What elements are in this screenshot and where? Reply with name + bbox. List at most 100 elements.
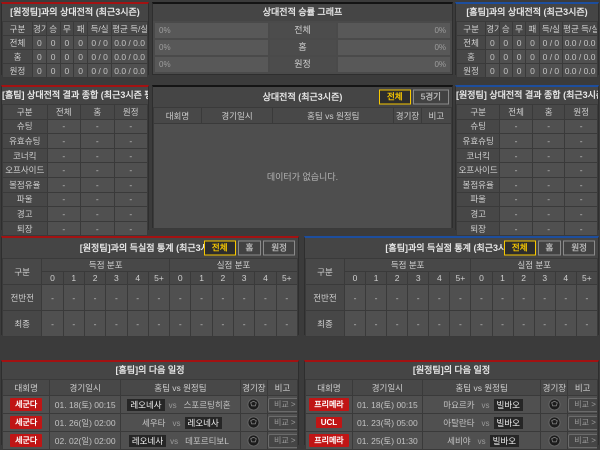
cell: - (564, 176, 598, 193)
table-row: 전체 0 0 0 0 0 / 0 0.0 / 0.0 (455, 35, 598, 50)
bin-header: 1 (62, 271, 85, 285)
cell: - (365, 284, 388, 311)
cell: - (147, 284, 171, 311)
bin-header: 1 (365, 271, 388, 285)
cell: - (343, 284, 367, 311)
away-team[interactable]: 데포르티보L (182, 435, 232, 447)
bin-header: 4 (126, 271, 149, 285)
column-header: 전체 (46, 104, 81, 120)
cell: 0 (73, 35, 89, 50)
cell: 0 / 0 (87, 63, 113, 78)
cell: - (80, 133, 115, 149)
compare-button[interactable]: 비교 > (568, 433, 597, 448)
cell: - (113, 133, 148, 149)
home-team[interactable]: 세우타 (139, 417, 168, 429)
cell: - (564, 206, 598, 222)
cell: - (343, 310, 367, 337)
away-team[interactable]: 빌바오 (493, 416, 523, 429)
cell: - (190, 284, 213, 311)
column-header: 승 (498, 21, 513, 36)
cell: - (46, 133, 81, 149)
panel-title: [홈팀]과의 상대전적 (최근3시즌) (456, 4, 598, 21)
home-team[interactable]: 마요르카 (440, 399, 477, 411)
compare-button[interactable]: 비교 > (268, 415, 297, 430)
home-team[interactable]: 레오네사 (128, 434, 167, 447)
cell: - (554, 310, 577, 337)
filter-button[interactable]: 원정 (263, 240, 295, 256)
stadium-ball-icon[interactable] (247, 416, 260, 429)
panel-title: [원정팀] 상대전적 결과 종합 (최근3시즌 평균) (456, 87, 598, 104)
league-badge: 프리메라 (309, 434, 349, 447)
stadium-ball-icon[interactable] (247, 434, 260, 447)
compare-cell: 비교 > (266, 395, 299, 414)
bin-header: 3 (105, 271, 128, 285)
cell: 0.0 / 0.0 (111, 63, 148, 78)
column-header: 구분 (2, 104, 48, 120)
bin-header: 2 (386, 271, 409, 285)
cell: - (533, 310, 556, 337)
filter-button[interactable]: 전체 (203, 240, 236, 256)
vs-label: vs (481, 418, 490, 428)
row-label: 오프사이드 (2, 162, 48, 178)
filter-button[interactable]: 홈 (537, 240, 562, 256)
stadium-ball-icon[interactable] (247, 398, 260, 411)
cell: - (575, 310, 599, 337)
cell: - (499, 220, 533, 237)
cell: - (105, 310, 128, 337)
bin-header: 1 (190, 271, 213, 285)
column-header: 구분 (1, 258, 43, 285)
cell: - (41, 284, 64, 311)
away-team[interactable]: 빌바오 (489, 434, 520, 447)
stadium-ball-icon[interactable] (548, 398, 561, 411)
cell: - (233, 284, 256, 311)
league-badge: 세군다 (10, 416, 43, 429)
cell: - (62, 310, 85, 337)
filter-button[interactable]: 원정 (563, 240, 595, 256)
table-row: 원정 0 0 0 0 0 / 0 0.0 / 0.0 (2, 63, 148, 78)
row-label: 전체 (2, 35, 33, 50)
summary-home-table: 구분 전체 홈 원정 슈팅 - - - 유효슈팅 - - - 코너킥 - - - 오프… (2, 104, 148, 237)
row-label: 경고 (2, 206, 48, 222)
home-team[interactable]: 레오네사 (127, 398, 165, 411)
compare-button[interactable]: 비교 > (268, 433, 297, 448)
cell: - (113, 191, 148, 208)
panel-h2h-vs-home: [홈팀]과의 상대전적 (최근3시즌) 구분경기승무패득/실평균 득/실 전체 … (455, 2, 599, 78)
cell: - (531, 206, 566, 222)
panel-summary-away: [원정팀] 상대전적 결과 종합 (최근3시즌 평균) 구분전체홈원정 슈팅 -… (455, 85, 599, 237)
table-row: 전반전 -- -- -- -- -- -- (305, 284, 599, 311)
compare-button[interactable]: 비교 > (568, 415, 597, 430)
column-header: 비고 (420, 107, 453, 124)
home-team[interactable]: 세비야 (444, 435, 473, 447)
table-row: 퇴장 - - - (455, 220, 598, 237)
away-team[interactable]: 빌바오 (493, 398, 523, 411)
stadium-ball-icon[interactable] (548, 416, 561, 429)
filter-button[interactable]: 5경기 (412, 89, 449, 105)
filter-button[interactable]: 홈 (237, 240, 262, 256)
filter-button[interactable]: 전체 (503, 240, 536, 256)
column-header: 경기일시 (351, 379, 423, 396)
cell: - (449, 284, 472, 311)
goals-away-table: 구분 득점 분포 실점 분포 0 1 2 3 4 5+ 0 1 2 3 4 5+ 전반전 -- -- … (305, 258, 599, 337)
stadium-ball-icon[interactable] (548, 434, 561, 447)
cell: 0 (59, 63, 75, 78)
filter-button[interactable]: 전체 (378, 89, 411, 105)
table-row: 슈팅 - - - (455, 118, 598, 135)
bin-header: 3 (533, 271, 556, 285)
cell: 0 (59, 35, 75, 50)
compare-button[interactable]: 비교 > (568, 397, 597, 412)
compare-button[interactable]: 비교 > (268, 397, 297, 412)
h2h-vs-away-table: 구분경기승무패득/실평균 득/실 전체 0 0 0 0 0 / 0 0.0 / … (2, 21, 148, 78)
cell: - (564, 133, 598, 149)
cell: 0 (511, 63, 527, 78)
away-team[interactable]: 스포르팅히혼 (181, 399, 234, 411)
cell: - (275, 284, 299, 311)
cell: - (46, 191, 81, 208)
away-team[interactable]: 레오네사 (184, 416, 222, 429)
winrate-right-value: 0% (434, 26, 446, 35)
cell: - (80, 220, 115, 237)
table-row: 퇴장 - - - (2, 220, 148, 237)
home-team[interactable]: 아탈란타 (440, 417, 477, 429)
bin-header: 5+ (147, 271, 171, 285)
cell: 0.0 / 0.0 (562, 35, 598, 50)
schedule-row: 세군다 01. 18(토) 00:15 레오네사 vs 스포르팅히혼 비교 > (1, 395, 299, 414)
